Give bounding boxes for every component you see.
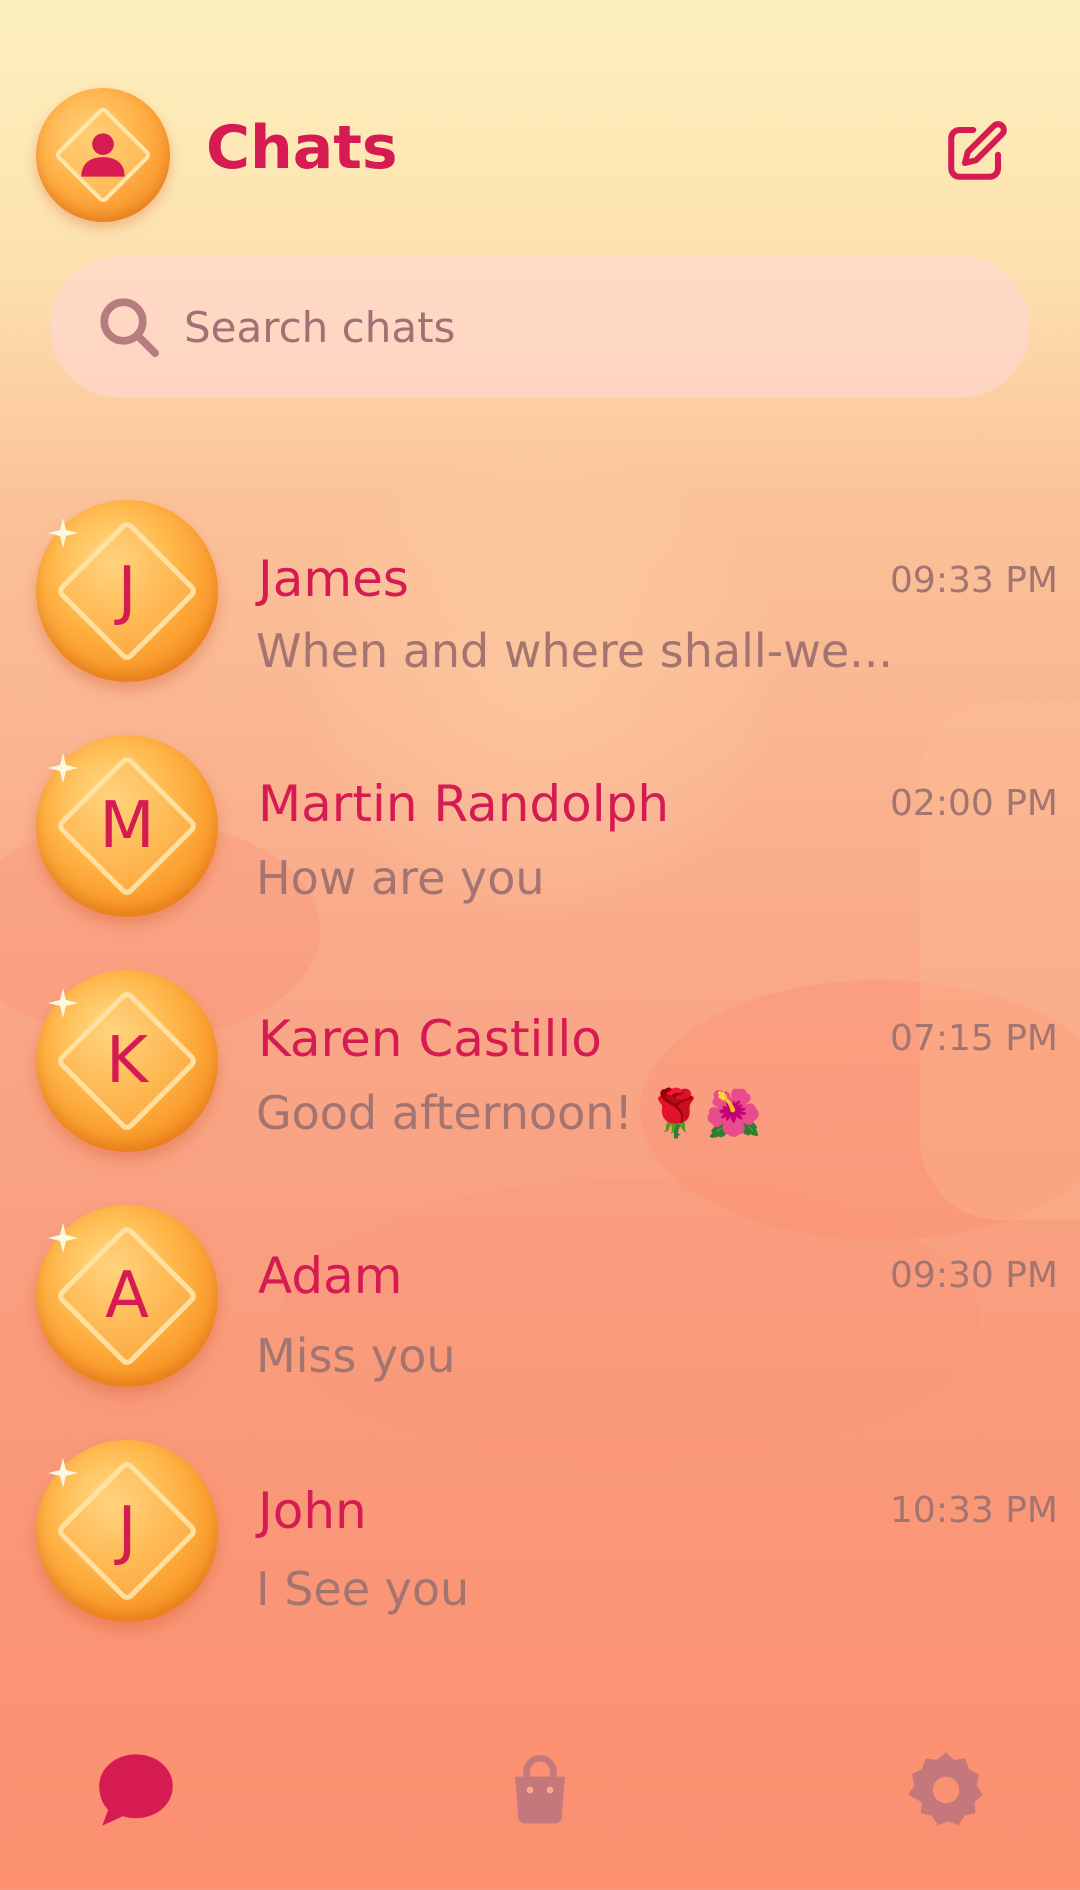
sparkle-icon — [48, 1458, 78, 1488]
contact-avatar: J — [36, 500, 218, 682]
message-preview: Good afternoon! 🌹🌺 — [256, 1086, 762, 1140]
profile-avatar-button[interactable] — [36, 88, 170, 222]
chat-item-karen-castillo[interactable]: K Karen Castillo Good afternoon! 🌹🌺 07:1… — [0, 970, 1080, 1170]
gear-icon — [908, 1752, 983, 1826]
page-title: Chats — [206, 113, 398, 183]
contact-avatar: M — [36, 735, 218, 917]
contact-name: Karen Castillo — [258, 1010, 602, 1068]
message-time: 09:33 PM — [890, 560, 1058, 601]
person-icon — [81, 133, 125, 177]
avatar-initial: K — [106, 1024, 148, 1098]
search-bar[interactable] — [50, 256, 1030, 398]
contact-name: Adam — [258, 1247, 403, 1305]
contact-name: Martin Randolph — [258, 775, 670, 833]
avatar-initial: M — [99, 789, 155, 863]
chat-item-john[interactable]: J John I See you 10:33 PM — [0, 1440, 1080, 1640]
message-preview: How are you — [256, 851, 545, 905]
sparkle-icon — [48, 753, 78, 783]
contact-name: John — [258, 1482, 367, 1540]
chat-item-adam[interactable]: A Adam Miss you 09:30 PM — [0, 1205, 1080, 1405]
shopping-bag-icon — [515, 1755, 565, 1824]
nav-chats-tab[interactable] — [86, 1740, 186, 1840]
message-time: 10:33 PM — [890, 1490, 1058, 1531]
bottom-navigation — [0, 1740, 1080, 1860]
avatar-initial: J — [117, 554, 137, 628]
compose-icon — [948, 121, 1007, 180]
message-time: 09:30 PM — [890, 1255, 1058, 1296]
contact-avatar: K — [36, 970, 218, 1152]
contact-avatar: A — [36, 1205, 218, 1387]
chat-item-james[interactable]: J James When and where shall-we... 09:33… — [0, 500, 1080, 700]
search-input[interactable] — [182, 301, 966, 353]
contact-name: James — [258, 550, 409, 608]
message-preview: I See you — [256, 1562, 470, 1616]
avatar-initial: J — [117, 1494, 137, 1568]
contact-avatar: J — [36, 1440, 218, 1622]
search-icon — [96, 292, 166, 362]
chat-item-martin-randolph[interactable]: M Martin Randolph How are you 02:00 PM — [0, 735, 1080, 935]
message-time: 07:15 PM — [890, 1018, 1058, 1059]
sparkle-icon — [48, 518, 78, 548]
message-preview: When and where shall-we... — [256, 624, 894, 678]
sparkle-icon — [48, 1223, 78, 1253]
avatar-initial: A — [105, 1259, 149, 1333]
nav-settings-tab[interactable] — [896, 1740, 996, 1840]
new-chat-button[interactable] — [940, 116, 1012, 188]
message-preview: Miss you — [256, 1329, 456, 1383]
message-time: 02:00 PM — [890, 783, 1058, 824]
chat-bubble-icon — [99, 1754, 173, 1826]
sparkle-icon — [48, 988, 78, 1018]
nav-store-tab[interactable] — [490, 1740, 590, 1840]
